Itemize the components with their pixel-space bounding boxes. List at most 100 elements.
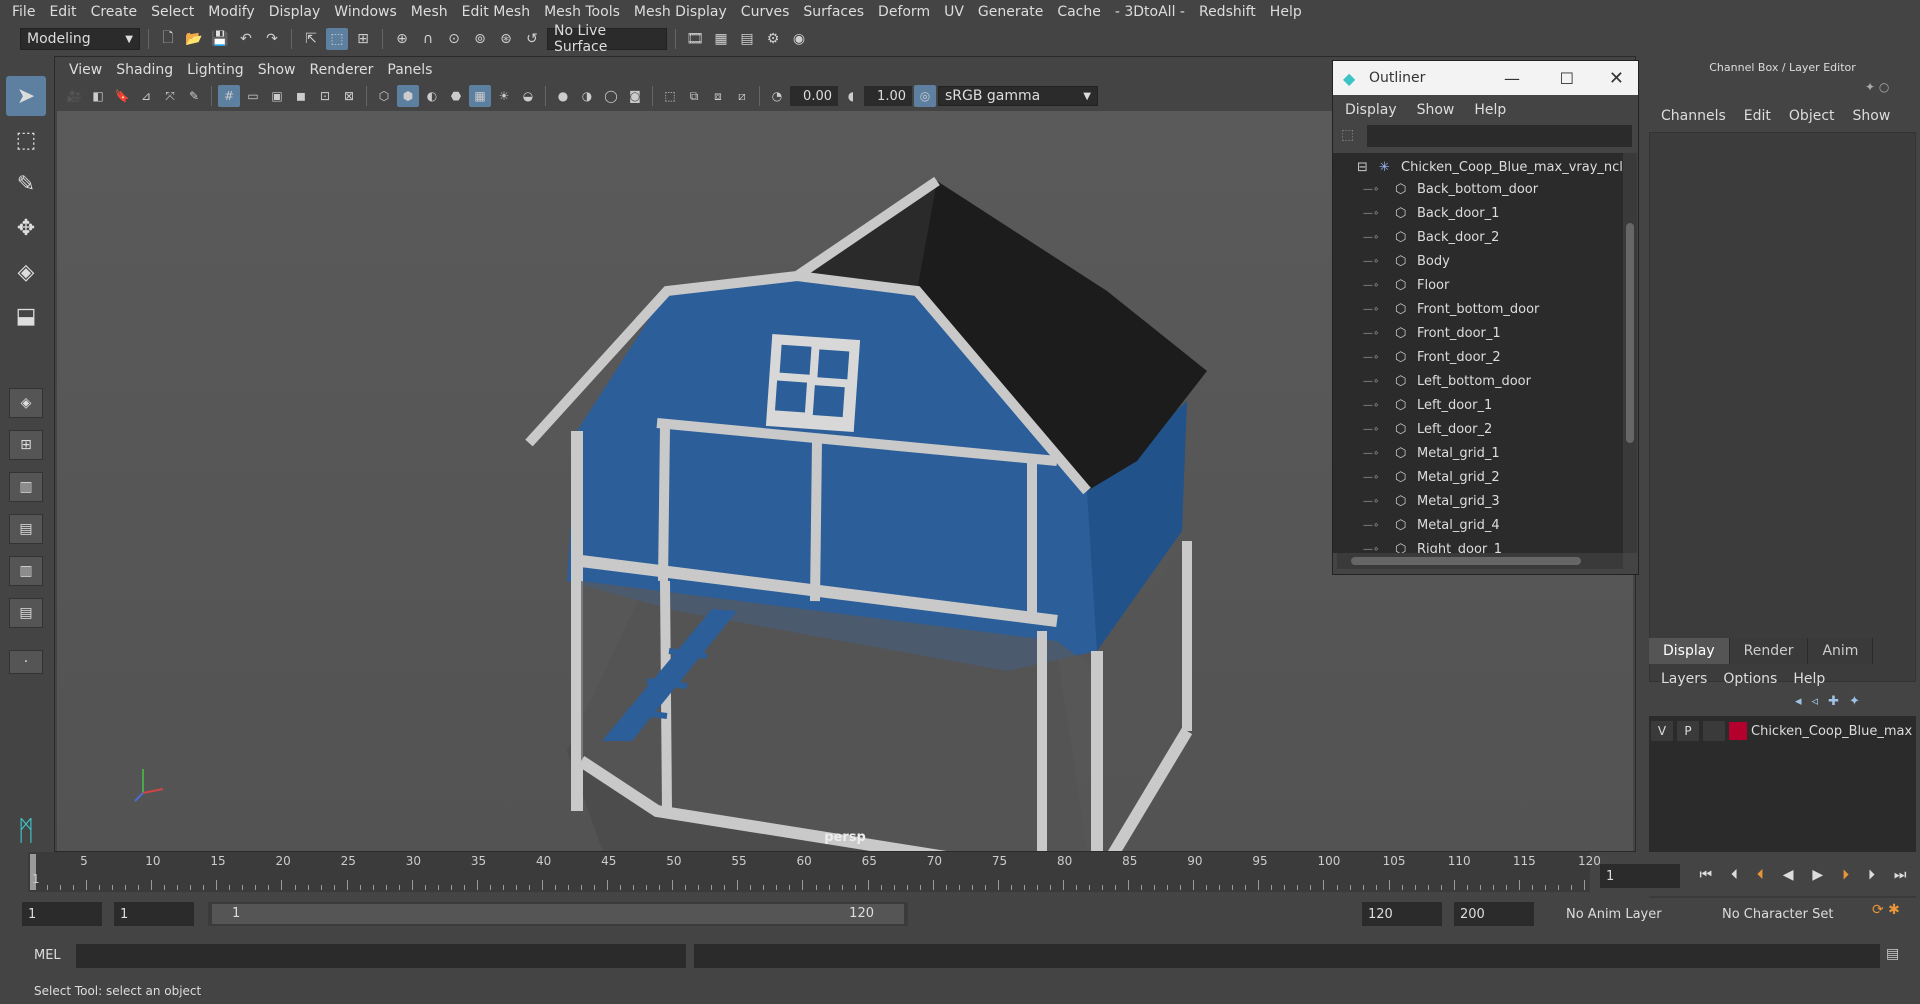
outliner-item[interactable]: —∘ ⬡ Front_door_1 (1333, 321, 1623, 345)
smooth-shade-icon[interactable]: ⬢ (397, 85, 419, 107)
viewport-menu-panels[interactable]: Panels (383, 62, 442, 78)
outliner-item[interactable]: —∘ ⬡ Back_bottom_door (1333, 177, 1623, 201)
step-forward-frame-icon[interactable]: ⏵ (1868, 867, 1875, 883)
menu-create[interactable]: Create (87, 4, 148, 20)
script-language-label[interactable]: MEL (34, 948, 61, 963)
single-perspective-layout-icon[interactable]: ◈ (9, 388, 43, 418)
wireframe-on-shaded-icon[interactable]: ⬣ (445, 85, 467, 107)
safe-action-icon[interactable]: ⊠ (338, 85, 360, 107)
channel-box-menu-channels[interactable]: Channels (1657, 108, 1740, 124)
outliner-item[interactable]: —∘ ⬡ Front_door_2 (1333, 345, 1623, 369)
textured-icon[interactable]: ▦ (469, 85, 491, 107)
create-empty-layer-icon[interactable]: ✚ (1828, 694, 1839, 714)
snap-curve-icon[interactable]: ∩ (417, 28, 439, 50)
layer-playback-toggle[interactable]: P (1677, 721, 1699, 741)
menu-mesh-display[interactable]: Mesh Display (630, 4, 737, 20)
move-layer-up-icon[interactable]: ◂ (1795, 694, 1802, 714)
open-scene-icon[interactable]: 📂 (183, 28, 205, 50)
move-tool-icon[interactable]: ✥ (6, 208, 46, 248)
outliner-item[interactable]: —∘ ⬡ Front_bottom_door (1333, 297, 1623, 321)
outliner-vertical-scrollbar[interactable] (1623, 153, 1637, 553)
scale-tool-icon[interactable]: ⬓ (6, 296, 46, 336)
go-to-start-icon[interactable]: ⏮ (1699, 867, 1712, 883)
use-all-lights-icon[interactable]: ☀ (493, 85, 515, 107)
collapse-icon[interactable]: ⊟ (1357, 160, 1375, 175)
outliner-menu-display[interactable]: Display (1341, 102, 1413, 118)
outliner-item[interactable]: —∘ ⬡ Floor (1333, 273, 1623, 297)
menu-generate[interactable]: Generate (974, 4, 1053, 20)
viewport-menu-lighting[interactable]: Lighting (183, 62, 254, 78)
color-management-icon[interactable]: ◎ (914, 85, 936, 107)
scrollbar-thumb[interactable] (1626, 223, 1634, 443)
mode-dropdown[interactable]: Modeling ▼ (20, 28, 140, 50)
live-surface-field[interactable]: No Live Surface (547, 23, 667, 55)
range-slider[interactable]: 1 120 (208, 902, 908, 926)
gamma-icon[interactable]: ◖ (840, 85, 862, 107)
menu-select[interactable]: Select (147, 4, 204, 20)
range-slider-bar[interactable]: 1 120 (212, 904, 904, 924)
channel-box-menu-object[interactable]: Object (1785, 108, 1849, 124)
viewport-menu-renderer[interactable]: Renderer (305, 62, 383, 78)
menu-file[interactable]: File (8, 4, 45, 20)
channel-box-toggle-icons[interactable]: ✦ ○ (1865, 80, 1915, 100)
ipr-render-icon[interactable]: ▤ (736, 28, 758, 50)
wireframe-icon[interactable]: ⬡ (373, 85, 395, 107)
field-chart-icon[interactable]: ⊡ (314, 85, 336, 107)
play-backwards-icon[interactable]: ◀ (1783, 867, 1794, 883)
go-to-end-icon[interactable]: ⏭ (1894, 867, 1907, 883)
outliner-item[interactable]: —∘ ⬡ Metal_grid_4 (1333, 513, 1623, 537)
outliner-menu-help[interactable]: Help (1470, 102, 1522, 118)
gamma-field[interactable]: 1.00 (864, 86, 912, 106)
save-scene-icon[interactable]: 💾 (209, 28, 231, 50)
layer-color-swatch[interactable] (1729, 722, 1747, 740)
filter-icon[interactable]: ⬚ (1341, 127, 1361, 147)
undo-icon[interactable]: ↶ (235, 28, 257, 50)
isolate-select-icon[interactable]: ⬚ (659, 85, 681, 107)
outliner-item[interactable]: —∘ ⬡ Left_door_2 (1333, 417, 1623, 441)
step-back-key-icon[interactable]: ⏴ (1757, 867, 1764, 883)
exposure-icon[interactable]: ◔ (766, 85, 788, 107)
shadows-icon[interactable]: ◒ (517, 85, 539, 107)
minimize-icon[interactable]: — (1504, 69, 1520, 88)
menu-edit-mesh[interactable]: Edit Mesh (458, 4, 540, 20)
script-editor-icon[interactable]: ▤ (1886, 946, 1908, 966)
outliner-titlebar[interactable]: ◆ Outliner — ☐ ✕ (1333, 61, 1638, 95)
outliner-item[interactable]: —∘ ⬡ Back_door_1 (1333, 201, 1623, 225)
outliner-item[interactable]: —∘ ⬡ Left_bottom_door (1333, 369, 1623, 393)
ambient-occlusion-icon[interactable]: ● (552, 85, 574, 107)
layer-menu-layers[interactable]: Layers (1657, 671, 1719, 687)
outliner-root-item[interactable]: ⊟ ✳ Chicken_Coop_Blue_max_vray_ncl (1333, 155, 1623, 179)
outliner-item[interactable]: —∘ ⬡ Left_door_1 (1333, 393, 1623, 417)
redo-icon[interactable]: ↷ (261, 28, 283, 50)
outliner-item[interactable]: —∘ ⬡ Right_door_1 (1333, 537, 1623, 554)
menu-modify[interactable]: Modify (204, 4, 264, 20)
render-view-icon[interactable]: 🎞 (684, 28, 706, 50)
auto-key-icon[interactable]: ⟳ ✱ (1872, 902, 1916, 926)
outliner-item[interactable]: —∘ ⬡ Metal_grid_3 (1333, 489, 1623, 513)
multisample-aa-icon[interactable]: ◯ (600, 85, 622, 107)
depth-of-field-icon[interactable]: ◙ (624, 85, 646, 107)
menu-cache[interactable]: Cache (1053, 4, 1111, 20)
outliner-horizontal-scrollbar[interactable] (1337, 553, 1623, 569)
grid-icon[interactable]: # (218, 85, 240, 107)
time-slider-track[interactable]: 1 5 10 15 20 25 30 35 40 45 50 55 60 65 70 75 80 85 90 95 1… (28, 852, 1601, 892)
menu-redshift[interactable]: Redshift (1195, 4, 1266, 20)
persp-graph-layout-icon[interactable]: ▤ (9, 514, 43, 544)
persp-outliner-layout-icon[interactable]: ▥ (9, 472, 43, 502)
render-current-icon[interactable]: ▦ (710, 28, 732, 50)
snap-pivot-icon[interactable]: ↺ (521, 28, 543, 50)
channel-box-menu-show[interactable]: Show (1849, 108, 1905, 124)
select-tool-icon[interactable]: ➤ (6, 76, 46, 116)
layout-options-icon[interactable]: · (9, 650, 43, 674)
select-hierarchy-icon[interactable]: ⇱ (300, 28, 322, 50)
menu-curves[interactable]: Curves (737, 4, 800, 20)
xray-components-icon[interactable]: ⧄ (731, 85, 753, 107)
menu-edit[interactable]: Edit (45, 4, 86, 20)
outliner-item[interactable]: —∘ ⬡ Body (1333, 249, 1623, 273)
outliner-item[interactable]: —∘ ⬡ Metal_grid_1 (1333, 441, 1623, 465)
outliner-search-input[interactable] (1367, 125, 1632, 147)
layer-menu-options[interactable]: Options (1719, 671, 1789, 687)
exposure-field[interactable]: 0.00 (790, 86, 838, 106)
scrollbar-thumb[interactable] (1351, 557, 1581, 565)
bookmark-icon[interactable]: 🔖 (111, 85, 133, 107)
